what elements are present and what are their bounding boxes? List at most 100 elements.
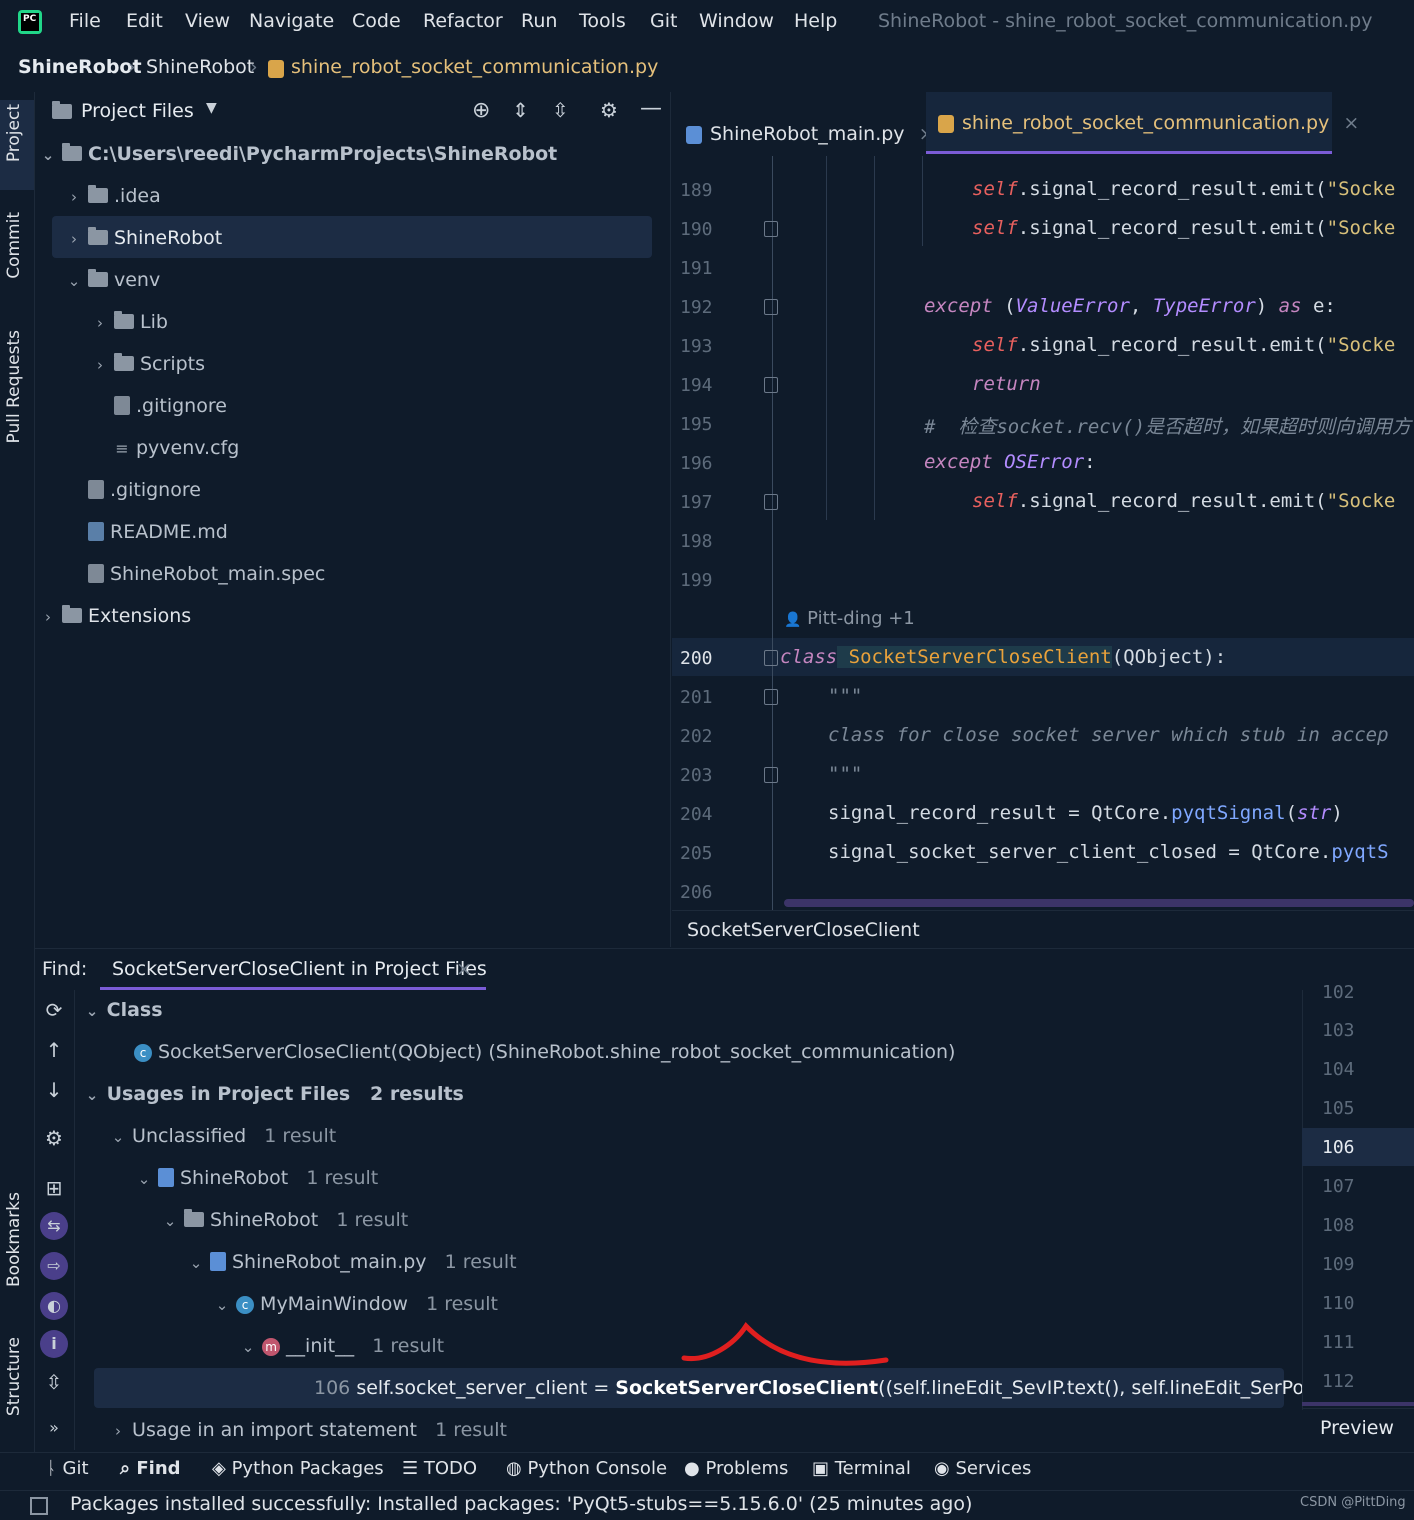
- tree-item-venv[interactable]: ⌄ venv: [66, 260, 160, 300]
- structure-tool-tab[interactable]: Structure: [4, 1337, 24, 1416]
- expand-all-icon[interactable]: ⇕: [512, 98, 529, 122]
- find-tab[interactable]: SocketServerCloseClient in Project Files…: [100, 949, 487, 990]
- close-icon[interactable]: ×: [456, 958, 472, 980]
- menu-tools[interactable]: Tools: [579, 10, 626, 32]
- breadcrumb-file[interactable]: shine_robot_socket_communication.py: [291, 56, 658, 78]
- text-file-icon: [88, 564, 104, 583]
- tree-item-gitignore[interactable]: .gitignore: [82, 470, 201, 510]
- result-unclassified[interactable]: ⌄ Unclassified 1 result: [110, 1116, 336, 1156]
- tab-services[interactable]: ◉ Services: [934, 1458, 1031, 1479]
- arrow-up-icon[interactable]: ↑: [40, 1038, 68, 1066]
- status-toggle-icon[interactable]: [30, 1497, 48, 1515]
- chevron-down-icon: ⌄: [85, 1002, 99, 1020]
- result-class-item[interactable]: c SocketServerCloseClient(QObject) (Shine…: [134, 1032, 955, 1072]
- fold-icon[interactable]: [764, 494, 778, 510]
- menu-git[interactable]: Git: [650, 10, 677, 32]
- fold-icon[interactable]: [764, 299, 778, 315]
- fold-icon[interactable]: [764, 650, 778, 666]
- menu-refactor[interactable]: Refactor: [423, 10, 503, 32]
- tree-item-spec[interactable]: ShineRobot_main.spec: [82, 554, 325, 594]
- result-module-shinerobot[interactable]: ⌄ ShineRobot 1 result: [136, 1158, 379, 1198]
- services-icon: ◉: [934, 1458, 950, 1479]
- navigate-icon[interactable]: ⇨: [40, 1252, 68, 1280]
- preview-panel[interactable]: 102 103 104 105 106 107 108 109 110 111 …: [1302, 982, 1414, 1451]
- breadcrumb-project[interactable]: ShineRobot: [18, 56, 142, 78]
- chevron-down-icon: ⌄: [137, 1170, 151, 1188]
- menu-edit[interactable]: Edit: [126, 10, 163, 32]
- project-view-selector[interactable]: Project Files: [81, 100, 194, 122]
- menu-run[interactable]: Run: [521, 10, 557, 32]
- more-icon[interactable]: »: [40, 1418, 68, 1446]
- fold-icon[interactable]: [764, 221, 778, 237]
- chevron-right-icon: ›: [71, 188, 77, 206]
- preview-line-number: 112: [1322, 1371, 1355, 1392]
- tab-terminal[interactable]: ▣ Terminal: [812, 1458, 911, 1479]
- locate-icon[interactable]: ⊕: [472, 98, 490, 123]
- window-title: ShineRobot - shine_robot_socket_communic…: [878, 10, 1373, 32]
- preview-scrollbar[interactable]: [1302, 1402, 1414, 1406]
- fold-icon[interactable]: [764, 689, 778, 705]
- group-icon[interactable]: ⊞: [40, 1176, 68, 1204]
- result-import-usage[interactable]: › Usage in an import statement 1 result: [110, 1410, 507, 1450]
- editor-footer-symbol[interactable]: SocketServerCloseClient: [687, 919, 920, 941]
- tree-item-venv-gitignore[interactable]: .gitignore: [108, 386, 227, 426]
- minimize-icon[interactable]: —: [640, 96, 662, 121]
- tree-item-extensions[interactable]: › Extensions: [40, 596, 191, 636]
- horizontal-scrollbar[interactable]: [784, 899, 1414, 907]
- commit-tool-tab[interactable]: Commit: [4, 212, 24, 279]
- status-message[interactable]: Packages installed successfully: Install…: [70, 1493, 972, 1515]
- tree-item-pyvenv[interactable]: ≡ pyvenv.cfg: [108, 428, 239, 468]
- tab-python-console[interactable]: ◍ Python Console: [506, 1458, 667, 1479]
- line-number: 195: [680, 414, 713, 435]
- result-method-init[interactable]: ⌄ m __init__ 1 result: [240, 1326, 444, 1366]
- folder-icon: [52, 101, 72, 124]
- result-group-usages[interactable]: ⌄ Usages in Project Files 2 results: [84, 1074, 464, 1114]
- project-tool-tab[interactable]: Project: [4, 104, 24, 162]
- menu-window[interactable]: Window: [699, 10, 774, 32]
- watermark: CSDN @PittDing: [1300, 1495, 1406, 1510]
- gear-icon[interactable]: ⚙: [40, 1126, 68, 1154]
- tab-find[interactable]: ⌕ Find: [120, 1458, 181, 1479]
- menu-view[interactable]: View: [185, 10, 230, 32]
- tree-item-shinerobot[interactable]: › ShineRobot: [66, 218, 222, 258]
- bookmarks-tool-tab[interactable]: Bookmarks: [4, 1192, 24, 1287]
- tab-problems[interactable]: ● Problems: [684, 1458, 788, 1479]
- code-editor[interactable]: 189 190 191 192 193 194 195 196 197 198 …: [672, 156, 1414, 910]
- gear-icon[interactable]: ⚙: [600, 98, 618, 122]
- collapse-icon[interactable]: ⇳: [40, 1370, 68, 1398]
- fold-icon[interactable]: [764, 377, 778, 393]
- tree-item-lib[interactable]: › Lib: [92, 302, 168, 342]
- tab-socket-communication[interactable]: shine_robot_socket_communication.py ×: [926, 92, 1359, 154]
- tree-root[interactable]: ⌄ C:\Users\reedi\PycharmProjects\ShineRob…: [40, 134, 557, 174]
- menu-code[interactable]: Code: [352, 10, 401, 32]
- info-icon[interactable]: i: [40, 1330, 68, 1358]
- result-group-class[interactable]: ⌄ Class: [84, 990, 163, 1030]
- close-icon[interactable]: ×: [1343, 112, 1359, 134]
- collapse-all-icon[interactable]: ⇳: [552, 98, 569, 122]
- preview-icon[interactable]: ◐: [40, 1292, 68, 1320]
- menu-file[interactable]: File: [69, 10, 101, 32]
- arrow-down-icon[interactable]: ↓: [40, 1078, 68, 1106]
- breadcrumb-package[interactable]: ShineRobot: [146, 56, 254, 78]
- tab-todo[interactable]: ☰ TODO: [402, 1458, 477, 1479]
- rerun-icon[interactable]: ⟳: [40, 998, 68, 1026]
- tab-python-packages[interactable]: ◈ Python Packages: [212, 1458, 384, 1479]
- chevron-down-icon[interactable]: ▼: [206, 100, 217, 116]
- preview-divider: [1302, 990, 1303, 1410]
- pull-requests-tool-tab[interactable]: Pull Requests: [4, 330, 24, 444]
- tree-item-scripts[interactable]: › Scripts: [92, 344, 205, 384]
- merge-icon[interactable]: ⇆: [40, 1212, 68, 1240]
- result-folder-shinerobot[interactable]: ⌄ ShineRobot 1 result: [162, 1200, 408, 1240]
- result-file-main[interactable]: ⌄ ShineRobot_main.py 1 result: [188, 1242, 517, 1282]
- preview-tab[interactable]: Preview: [1302, 1408, 1414, 1451]
- menu-help[interactable]: Help: [794, 10, 837, 32]
- result-class-mymainwindow[interactable]: ⌄ c MyMainWindow 1 result: [214, 1284, 498, 1324]
- chevron-right-icon: ›: [115, 1422, 121, 1440]
- tab-git[interactable]: ᚿ Git: [46, 1458, 89, 1479]
- menu-navigate[interactable]: Navigate: [249, 10, 334, 32]
- tab-shinerobot-main[interactable]: ShineRobot_main.py ×: [686, 114, 935, 154]
- fold-icon[interactable]: [764, 767, 778, 783]
- tree-item-readme[interactable]: README.md: [82, 512, 228, 552]
- tree-item-idea[interactable]: › .idea: [66, 176, 161, 216]
- code-author-hint[interactable]: 👤 Pitt-ding +1: [784, 608, 915, 629]
